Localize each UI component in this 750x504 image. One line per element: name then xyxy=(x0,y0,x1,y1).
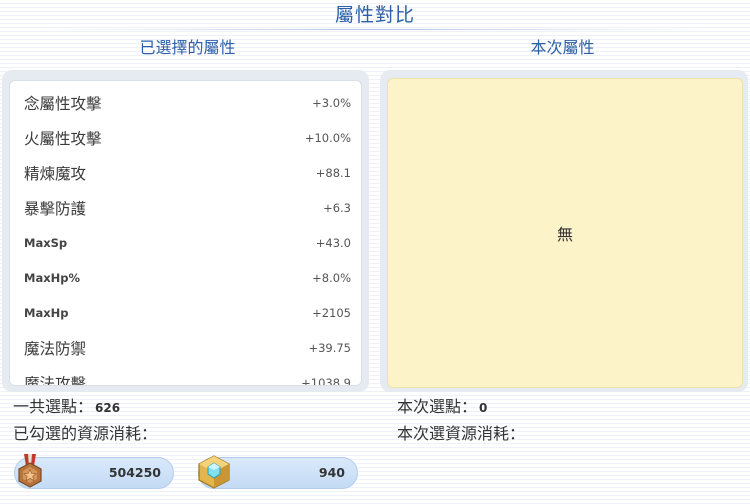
total-points: 一共選點： 626 xyxy=(13,394,120,420)
attribute-value: +3.0% xyxy=(312,95,351,110)
attribute-name: MaxHp% xyxy=(24,270,81,285)
attribute-name: 念屬性攻擊 xyxy=(24,94,102,113)
total-points-value: 626 xyxy=(95,401,121,415)
crystal-crate-icon xyxy=(194,452,234,492)
list-item: 精煉魔攻 +88.1 xyxy=(10,155,361,190)
page-title: 屬性對比 xyxy=(334,4,415,26)
current-points-label: 本次選點： xyxy=(397,397,478,416)
attribute-value: +39.75 xyxy=(308,340,351,355)
attribute-name: 暴擊防護 xyxy=(24,199,87,218)
attribute-value: +2105 xyxy=(312,305,351,320)
title-divider xyxy=(40,29,710,30)
list-item: MaxSp +43.0 xyxy=(10,225,361,260)
list-item: 魔法防禦 +39.75 xyxy=(10,330,361,365)
current-points-value: 0 xyxy=(479,401,488,415)
current-points: 本次選點： 0 xyxy=(397,394,487,420)
current-attributes-heading: 本次屬性 xyxy=(530,38,595,57)
empty-text: 無 xyxy=(556,225,573,244)
attribute-value: +88.1 xyxy=(315,165,351,180)
list-item: 暴擊防護 +6.3 xyxy=(10,190,361,225)
attribute-value: +8.0% xyxy=(312,270,351,285)
attribute-value: +1038.9 xyxy=(301,375,351,386)
list-item: 念屬性攻擊 +3.0% xyxy=(10,85,361,120)
current-attributes-box: 無 xyxy=(387,78,743,388)
current-cost-label: 本次選資源消耗： xyxy=(397,424,526,443)
attribute-value: +10.0% xyxy=(304,130,351,145)
attribute-name: MaxHp xyxy=(24,305,69,320)
list-item: MaxHp +2105 xyxy=(10,295,361,330)
selected-attributes-heading: 已選擇的屬性 xyxy=(139,38,236,57)
list-item: 火屬性攻擊 +10.0% xyxy=(10,120,361,155)
attribute-name: MaxSp xyxy=(24,235,68,250)
resource-value: 504250 xyxy=(108,465,161,480)
attribute-name: 魔法攻擊 xyxy=(24,374,87,386)
attribute-name: 魔法防禦 xyxy=(24,339,87,358)
attribute-value: +43.0 xyxy=(315,235,351,250)
attribute-value: +6.3 xyxy=(323,200,351,215)
selected-cost-label: 已勾選的資源消耗： xyxy=(13,424,158,443)
list-item: 魔法攻擊 +1038.9 xyxy=(10,365,361,386)
attribute-name: 火屬性攻擊 xyxy=(24,129,102,148)
attribute-name: 精煉魔攻 xyxy=(24,164,87,183)
medal-icon xyxy=(10,452,50,492)
total-points-label: 一共選點： xyxy=(13,397,94,416)
list-item: MaxHp% +8.0% xyxy=(10,260,361,295)
resource-value: 940 xyxy=(318,465,345,480)
selected-attributes-list[interactable]: 念屬性攻擊 +3.0% 火屬性攻擊 +10.0% 精煉魔攻 +88.1 暴擊防護… xyxy=(9,80,362,386)
